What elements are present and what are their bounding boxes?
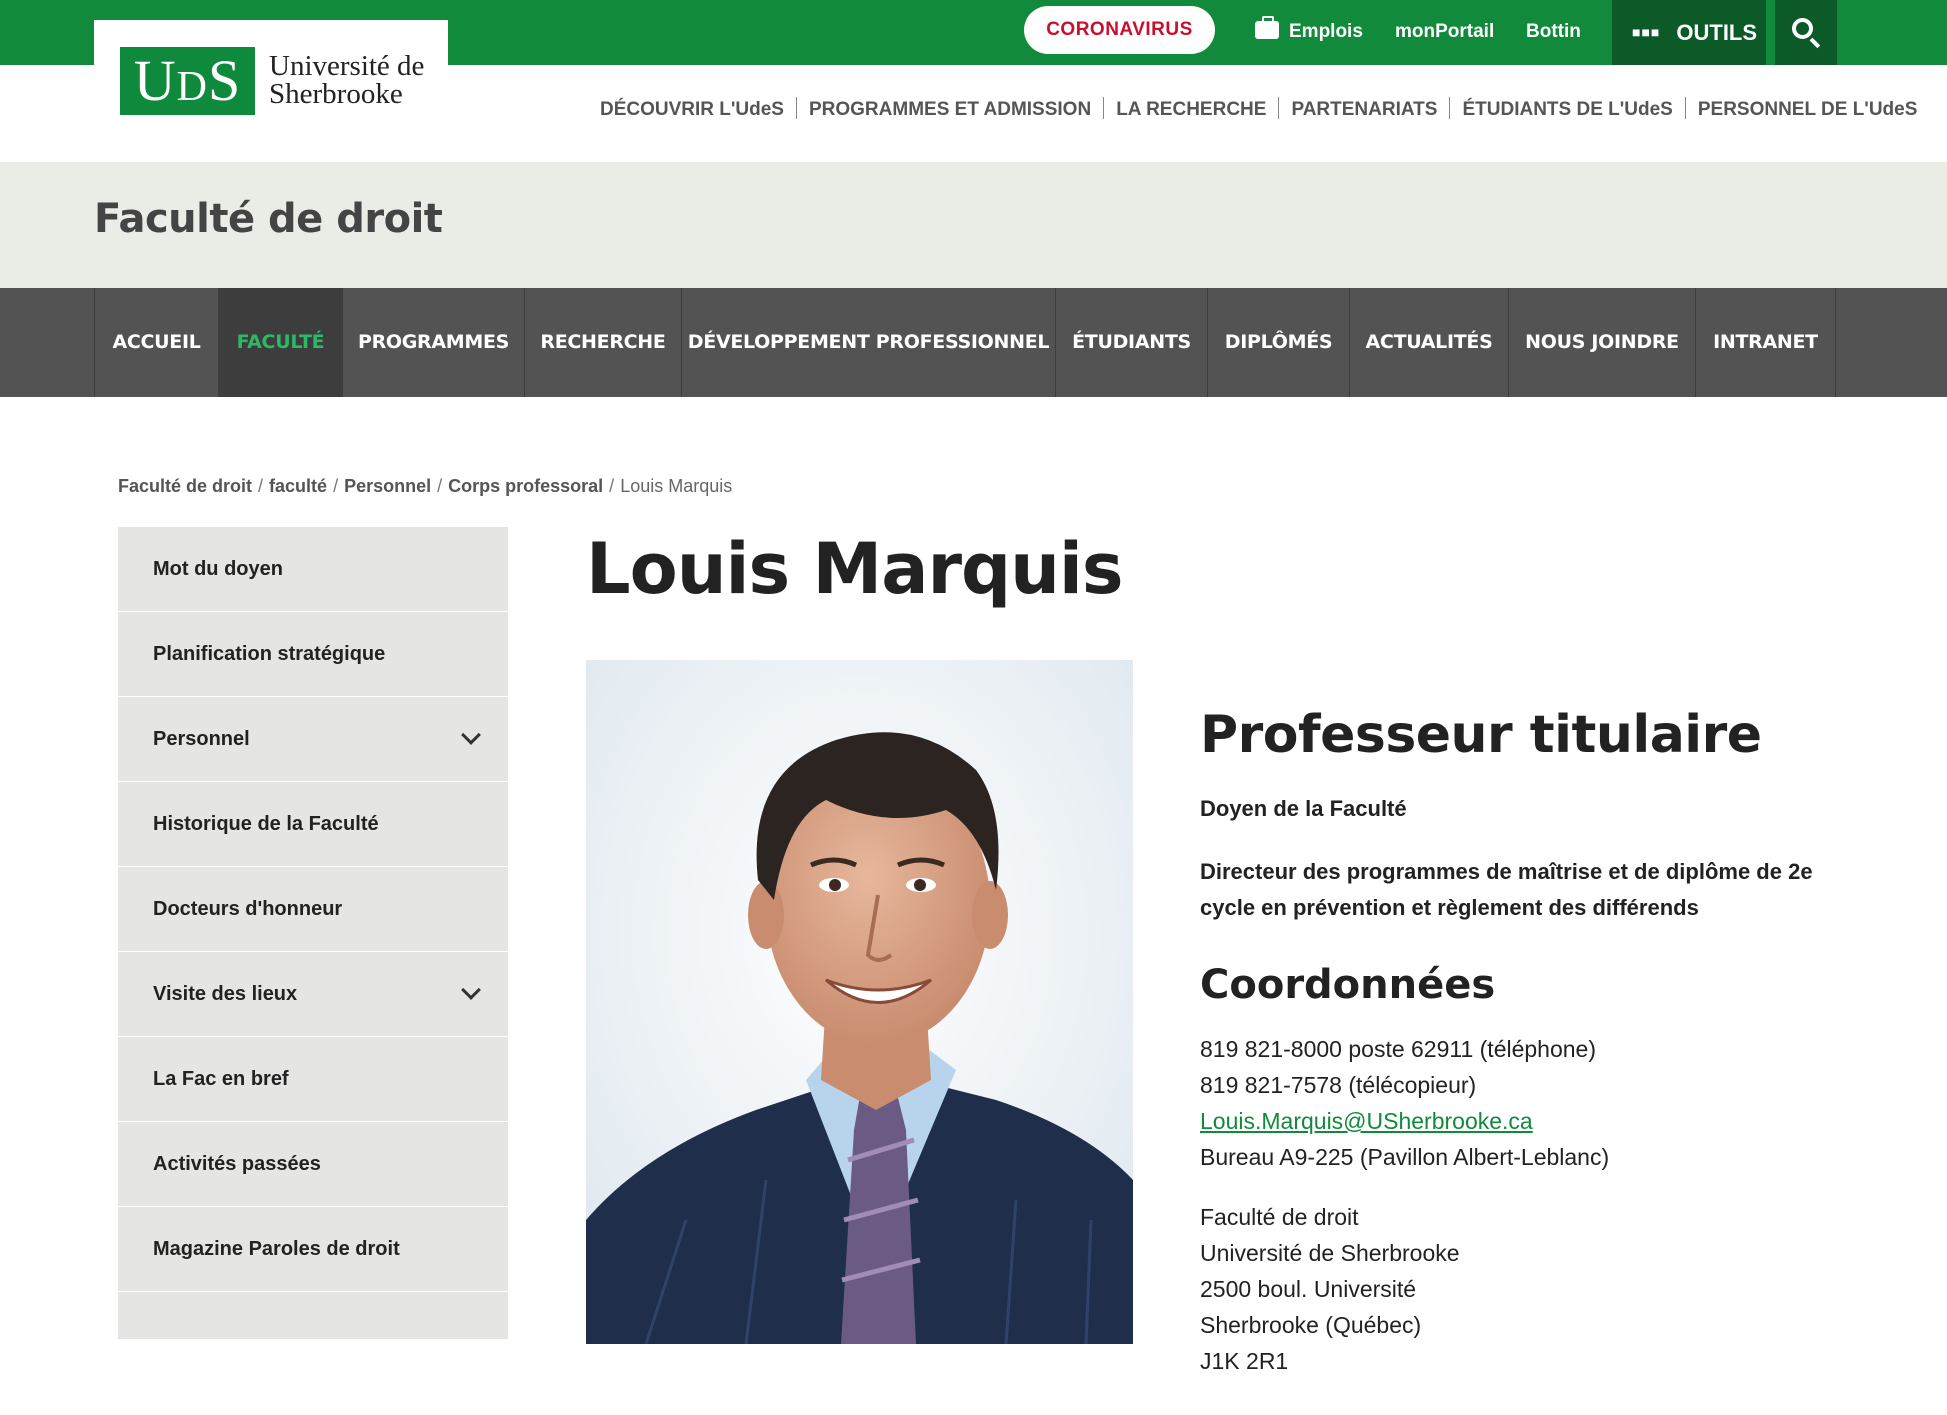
- logo-mark: UDS: [120, 47, 255, 115]
- postal-address: Faculté de droit Université de Sherbrooke…: [1200, 1199, 1460, 1379]
- side-menu-item[interactable]: Planification stratégique: [118, 612, 508, 697]
- side-menu-label: Magazine Paroles de droit: [153, 1238, 400, 1260]
- breadcrumb-link[interactable]: faculté: [269, 476, 327, 496]
- side-menu: Mot du doyen Planification stratégique Per…: [118, 527, 508, 1339]
- emplois-link[interactable]: Emplois: [1255, 16, 1363, 46]
- site-nav-item[interactable]: ÉTUDIANTS DE L'UdeS: [1462, 99, 1672, 121]
- contact-info: 819 821-8000 poste 62911 (téléphone) 819…: [1200, 1031, 1609, 1175]
- side-menu-item[interactable]: Historique de la Faculté: [118, 782, 508, 867]
- side-menu-label: Personnel: [153, 728, 250, 750]
- side-menu-item[interactable]: Magazine Paroles de droit: [118, 1207, 508, 1292]
- side-menu-label: La Fac en bref: [153, 1068, 289, 1090]
- side-menu-item[interactable]: Visite des lieux: [118, 952, 508, 1037]
- side-menu-item[interactable]: Personnel: [118, 697, 508, 782]
- site-nav-item[interactable]: PROGRAMMES ET ADMISSION: [809, 99, 1091, 121]
- side-menu-item[interactable]: Mot du doyen: [118, 527, 508, 612]
- chevron-down-icon[interactable]: [461, 725, 481, 745]
- outils-button[interactable]: ■■■ OUTILS: [1612, 0, 1766, 65]
- address-line: Faculté de droit: [1200, 1204, 1359, 1230]
- side-menu-label: Activités passées: [153, 1153, 321, 1175]
- faculty-tab[interactable]: ACTUALITÉS: [1349, 288, 1508, 397]
- email-link[interactable]: Louis.Marquis@USherbrooke.ca: [1200, 1108, 1533, 1134]
- breadcrumb: Faculté de droit / faculté / Personnel / Corps…: [118, 476, 733, 496]
- bottin-link[interactable]: Bottin: [1526, 18, 1581, 46]
- address-line: Université de Sherbrooke: [1200, 1240, 1460, 1266]
- breadcrumb-link[interactable]: Corps professoral: [448, 476, 603, 496]
- faculty-tab[interactable]: INTRANET: [1695, 288, 1835, 397]
- monportail-link[interactable]: monPortail: [1395, 18, 1494, 46]
- site-nav-item[interactable]: PERSONNEL DE L'UdeS: [1698, 99, 1918, 121]
- breadcrumb-current: Louis Marquis: [620, 476, 733, 496]
- faculty-banner: Faculté de droit: [0, 162, 1947, 288]
- faculty-nav: ACCUEIL FACULTÉ PROGRAMMES RECHERCHE DÉVELOP…: [0, 288, 1947, 397]
- site-nav: DÉCOUVRIR L'UdeS PROGRAMMES ET ADMISSION L…: [600, 97, 1917, 125]
- profile-role-director: Directeur des programmes de maîtrise et …: [1200, 859, 1813, 920]
- faculty-tab[interactable]: FACULTÉ: [218, 288, 342, 397]
- faculty-tab[interactable]: DIPLÔMÉS: [1207, 288, 1349, 397]
- chevron-down-icon[interactable]: [461, 980, 481, 1000]
- profile-title: Professeur titulaire: [1200, 705, 1762, 765]
- site-nav-item[interactable]: PARTENARIATS: [1291, 99, 1437, 121]
- faculty-tab[interactable]: ÉTUDIANTS: [1055, 288, 1207, 397]
- emplois-label: Emplois: [1289, 21, 1363, 42]
- faculty-tab[interactable]: RECHERCHE: [524, 288, 681, 397]
- profile-role-dean: Doyen de la Faculté: [1200, 796, 1407, 821]
- breadcrumb-link[interactable]: Personnel: [344, 476, 431, 496]
- side-menu-item[interactable]: Activités passées: [118, 1122, 508, 1207]
- university-logo[interactable]: UDS Université de Sherbrooke: [94, 20, 448, 140]
- address-line: J1K 2R1: [1200, 1348, 1289, 1374]
- dots-icon: ■■■: [1632, 24, 1661, 40]
- side-menu-item[interactable]: Docteurs d'honneur: [118, 867, 508, 952]
- search-button[interactable]: [1775, 0, 1837, 65]
- site-nav-item[interactable]: DÉCOUVRIR L'UdeS: [600, 99, 784, 121]
- faculty-tab[interactable]: ACCUEIL: [94, 288, 218, 397]
- breadcrumb-link[interactable]: Faculté de droit: [118, 476, 252, 496]
- faculty-tab[interactable]: DÉVELOPPEMENT PROFESSIONNEL: [681, 288, 1055, 397]
- briefcase-icon: [1255, 16, 1279, 39]
- side-menu-label: Historique de la Faculté: [153, 813, 379, 835]
- side-menu-label: Visite des lieux: [153, 983, 298, 1005]
- fax-number: 819 821-7578 (télécopieur): [1200, 1072, 1477, 1098]
- faculty-title[interactable]: Faculté de droit: [94, 196, 443, 242]
- side-menu-label: Mot du doyen: [153, 558, 283, 580]
- profile-photo: [586, 660, 1133, 1344]
- search-icon: [1792, 18, 1813, 39]
- address-line: Sherbrooke (Québec): [1200, 1312, 1422, 1338]
- coronavirus-button[interactable]: CORONAVIRUS: [1024, 6, 1215, 54]
- side-menu-label: Docteurs d'honneur: [153, 898, 343, 920]
- portrait-image: [586, 660, 1133, 1344]
- faculty-tab[interactable]: NOUS JOINDRE: [1508, 288, 1695, 397]
- side-menu-item[interactable]: La Fac en bref: [118, 1037, 508, 1122]
- logo-text: Université de Sherbrooke: [269, 50, 425, 110]
- faculty-tab[interactable]: PROGRAMMES: [342, 288, 524, 397]
- phone-number: 819 821-8000 poste 62911 (téléphone): [1200, 1036, 1597, 1062]
- address-line: 2500 boul. Université: [1200, 1276, 1417, 1302]
- office-location: Bureau A9-225 (Pavillon Albert-Leblanc): [1200, 1144, 1610, 1170]
- site-nav-item[interactable]: LA RECHERCHE: [1116, 99, 1266, 121]
- coordinates-heading: Coordonnées: [1200, 962, 1496, 1008]
- side-menu-label: Planification stratégique: [153, 643, 386, 665]
- profile-name: Louis Marquis: [586, 528, 1124, 610]
- outils-label: OUTILS: [1676, 20, 1758, 45]
